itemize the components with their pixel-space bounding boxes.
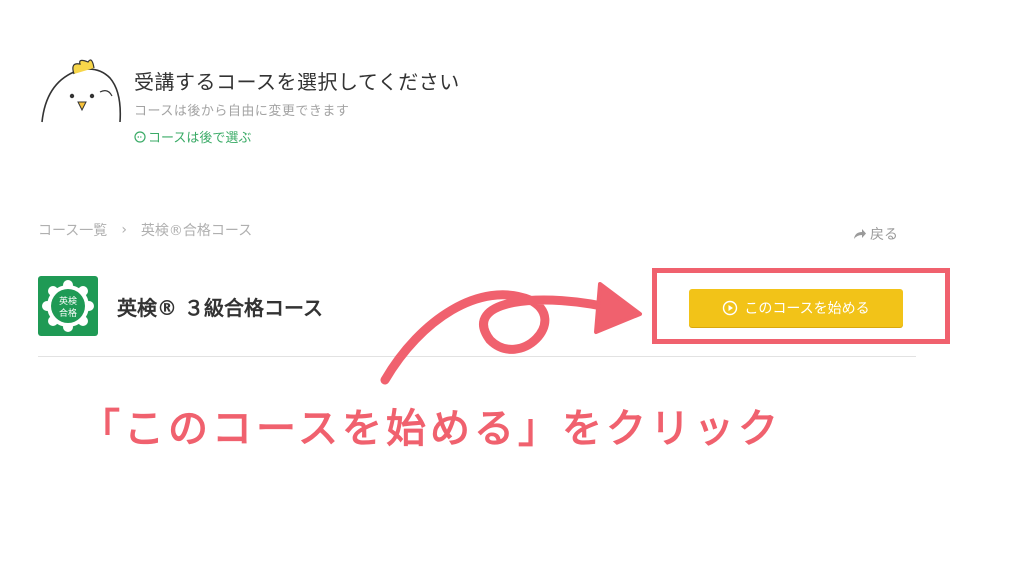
course-name: 英検® ３級合格コース xyxy=(117,296,323,320)
back-arrow-icon xyxy=(854,229,866,239)
play-circle-icon xyxy=(723,300,738,316)
instruction-text: 「このコースを始める」をクリック xyxy=(80,406,782,452)
choose-later-link[interactable]: コースは後で選ぶ xyxy=(134,127,251,146)
breadcrumb-separator: › xyxy=(121,222,127,238)
page-title: 受講するコースを選択してください xyxy=(134,70,460,94)
choose-later-label: コースは後で選ぶ xyxy=(148,131,252,146)
start-course-button[interactable]: このコースを始める xyxy=(689,289,903,327)
badge-text-bottom: 合格 xyxy=(59,307,77,319)
start-course-label: このコースを始める xyxy=(744,301,870,317)
breadcrumb-current: 英検®合格コース xyxy=(140,223,253,239)
breadcrumb: コース一覧 › 英検®合格コース xyxy=(38,220,252,240)
back-link[interactable]: 戻る xyxy=(853,224,898,244)
breadcrumb-course-list[interactable]: コース一覧 xyxy=(38,220,107,240)
chick-mascot-icon xyxy=(41,59,122,123)
course-badge-icon: 英検 合格 xyxy=(38,276,98,336)
divider xyxy=(38,356,916,357)
chevron-circle-icon xyxy=(134,130,146,143)
page-subtitle: コースは後から自由に変更できます xyxy=(134,104,350,119)
back-label: 戻る xyxy=(870,227,898,243)
badge-text-top: 英検 xyxy=(59,295,77,307)
